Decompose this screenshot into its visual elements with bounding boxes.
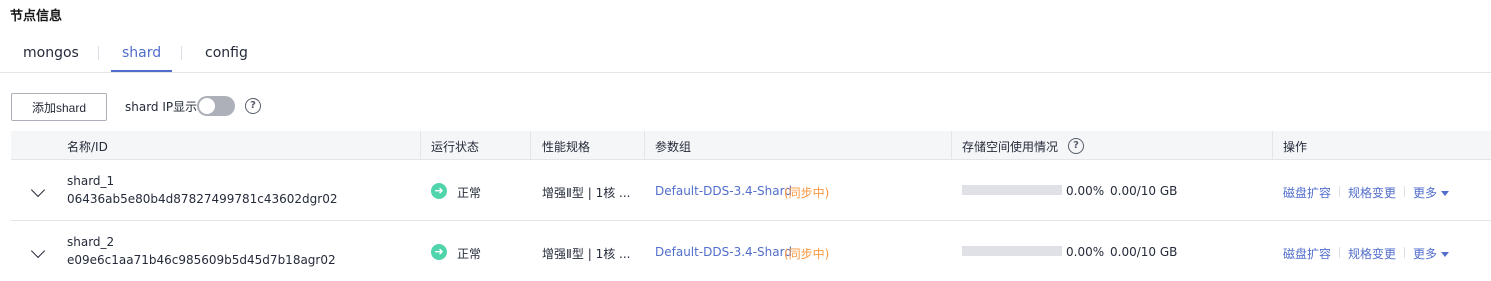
column-divider xyxy=(530,131,531,160)
change-spec-link[interactable]: 规格变更 xyxy=(1348,184,1396,201)
action-divider xyxy=(1339,247,1340,258)
check-circle-icon: ➜ xyxy=(431,183,447,199)
param-group-link[interactable]: Default-DDS-3.4-Shard xyxy=(655,184,792,198)
shard-id: 06436ab5e80b4d87827499781c43602dgr02 xyxy=(67,192,338,206)
toggle-knob xyxy=(199,98,215,114)
status-text: 正常 xyxy=(457,247,482,261)
caret-down-icon xyxy=(1441,252,1450,257)
action-divider xyxy=(1404,247,1405,258)
tab-shard-label: shard xyxy=(122,45,162,61)
column-header-spec: 性能规格 xyxy=(542,140,591,154)
storage-usage-bar xyxy=(962,246,1062,256)
param-group-link[interactable]: Default-DDS-3.4-Shard xyxy=(655,245,792,259)
add-shard-button[interactable]: 添加shard xyxy=(11,93,107,121)
column-divider xyxy=(951,131,952,160)
disk-expand-link[interactable]: 磁盘扩容 xyxy=(1283,184,1331,201)
tab-mongos[interactable]: mongos xyxy=(23,44,79,72)
tab-config[interactable]: config xyxy=(205,44,248,72)
more-actions-dropdown[interactable]: 更多 xyxy=(1413,184,1450,201)
tab-shard[interactable]: shard xyxy=(111,44,173,72)
spec-text: 增强Ⅱ型 | 1核 ... xyxy=(542,247,631,261)
section-title: 节点信息 xyxy=(10,9,63,24)
disk-expand-link[interactable]: 磁盘扩容 xyxy=(1283,245,1331,262)
column-divider xyxy=(420,131,421,160)
node-tabs: mongos shard config xyxy=(0,38,1491,73)
storage-usage-bar xyxy=(962,185,1062,195)
action-divider xyxy=(1404,186,1405,197)
check-circle-icon: ➜ xyxy=(431,244,447,260)
more-actions-label: 更多 xyxy=(1413,186,1438,200)
storage-usage-percent: 0.00% xyxy=(1066,184,1105,198)
shard-ip-toggle-label: shard IP显示 xyxy=(125,100,198,114)
table-header: 名称/ID 运行状态 性能规格 参数组 存储空间使用情况 ? 操作 xyxy=(11,131,1491,160)
caret-down-icon xyxy=(1441,191,1450,196)
column-header-storage: 存储空间使用情况 xyxy=(962,140,1059,154)
table-row: shard_1 06436ab5e80b4d87827499781c43602d… xyxy=(11,160,1491,221)
more-actions-label: 更多 xyxy=(1413,247,1438,261)
column-header-name: 名称/ID xyxy=(67,140,108,154)
storage-capacity: 0.00/10 GB xyxy=(1110,184,1178,198)
shard-id: e09e6c1aa71b46c985609b5d45d7b18agr02 xyxy=(67,253,336,267)
question-circle-icon[interactable]: ? xyxy=(245,98,261,114)
question-circle-icon[interactable]: ? xyxy=(1068,138,1084,154)
chevron-down-icon[interactable] xyxy=(30,243,46,259)
action-divider xyxy=(1339,186,1340,197)
shard-ip-toggle[interactable] xyxy=(197,96,235,116)
shard-name: shard_2 xyxy=(67,235,115,249)
sync-status: (同步中) xyxy=(784,247,830,261)
sync-status: (同步中) xyxy=(784,186,830,200)
column-divider xyxy=(1272,131,1273,160)
spec-text: 增强Ⅱ型 | 1核 ... xyxy=(542,186,631,200)
column-header-status: 运行状态 xyxy=(431,140,480,154)
column-header-param-group: 参数组 xyxy=(655,140,692,154)
active-tab-indicator xyxy=(111,70,173,72)
chevron-down-icon[interactable] xyxy=(30,182,46,198)
tab-divider xyxy=(98,46,99,60)
shard-name: shard_1 xyxy=(67,174,115,188)
status-text: 正常 xyxy=(457,186,482,200)
tab-divider xyxy=(181,46,182,60)
column-divider xyxy=(644,131,645,160)
more-actions-dropdown[interactable]: 更多 xyxy=(1413,245,1450,262)
table-row: shard_2 e09e6c1aa71b46c985609b5d45d7b18a… xyxy=(11,221,1491,281)
column-header-actions: 操作 xyxy=(1283,140,1308,154)
storage-usage-percent: 0.00% xyxy=(1066,245,1105,259)
storage-capacity: 0.00/10 GB xyxy=(1110,245,1178,259)
change-spec-link[interactable]: 规格变更 xyxy=(1348,245,1396,262)
